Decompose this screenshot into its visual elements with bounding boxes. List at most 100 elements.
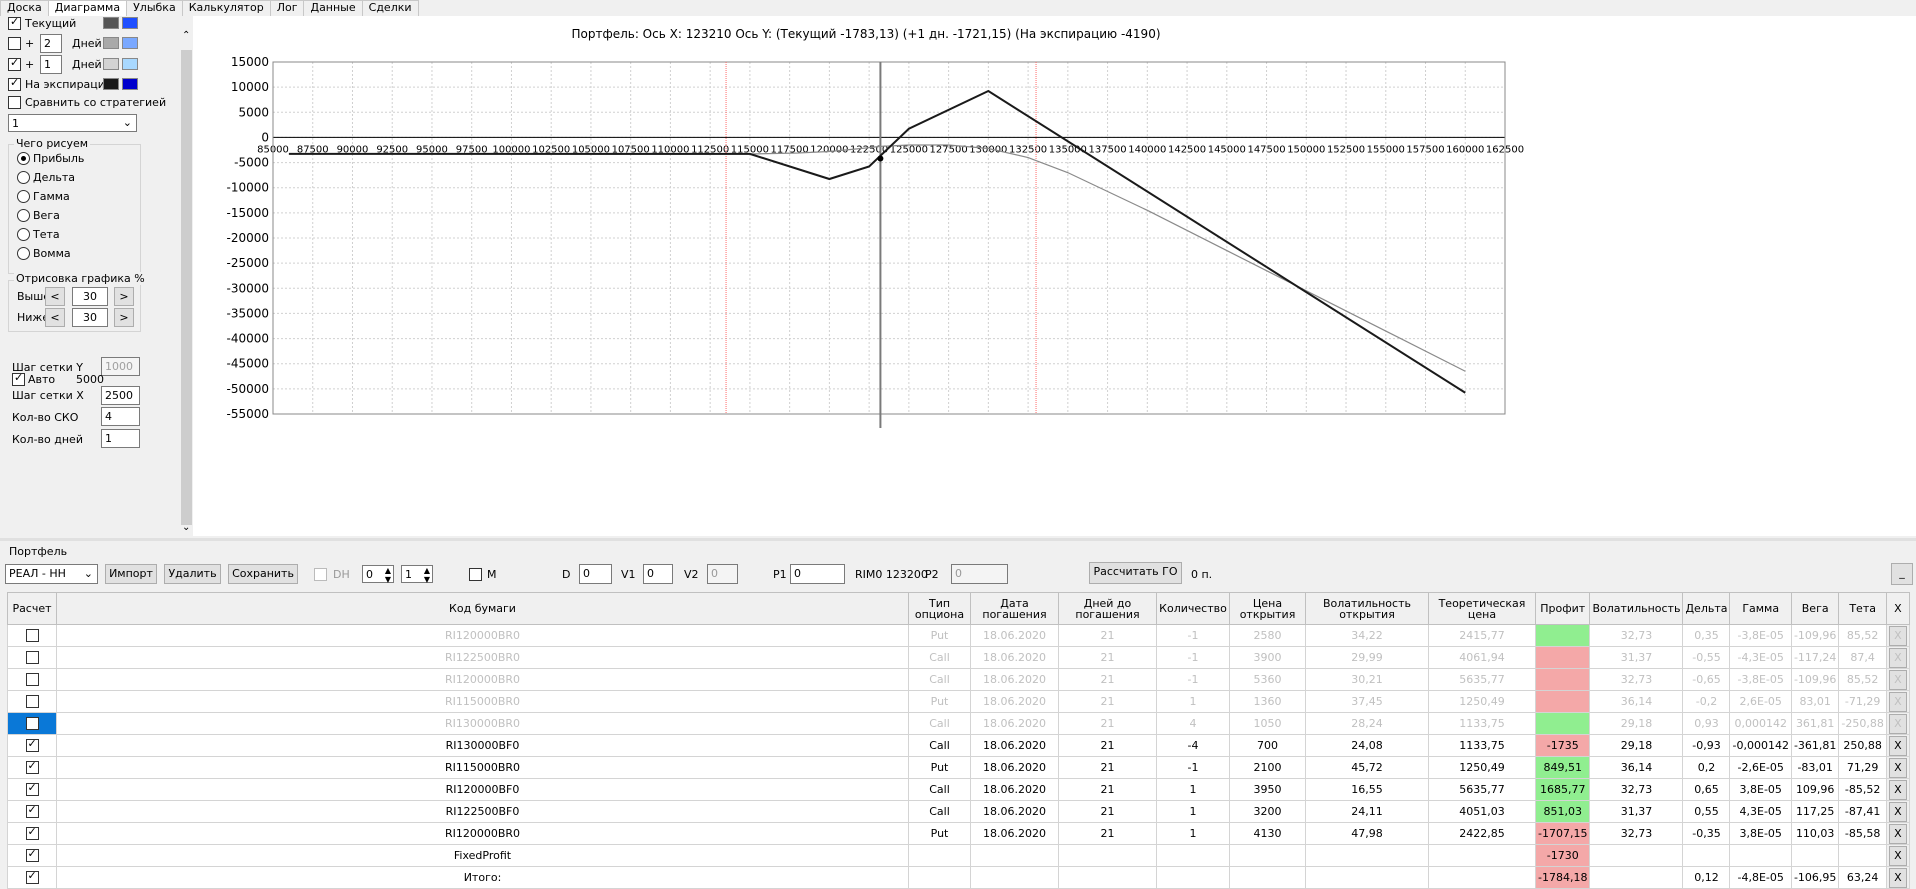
- radio-3[interactable]: [17, 209, 30, 222]
- days2-checkbox[interactable]: [8, 56, 21, 71]
- remove-row-button[interactable]: X: [1888, 713, 1907, 734]
- table-row[interactable]: RI120000BR0 Call 18.06.2020 21 -1 5360 30,21 56…: [7, 668, 1910, 691]
- column-header-7[interactable]: Волатильность открытия: [1305, 592, 1429, 625]
- calc-checkbox[interactable]: [25, 825, 39, 841]
- column-header-6[interactable]: Цена открытия: [1229, 592, 1306, 625]
- calc-checkbox[interactable]: [25, 869, 39, 885]
- v1-input[interactable]: 0: [643, 564, 673, 584]
- v2-input[interactable]: 0: [707, 564, 738, 584]
- expiry-color-black[interactable]: [103, 78, 119, 90]
- table-row[interactable]: Итого: -1784,18 0,12-4,8E-05-106,9563,24X: [7, 866, 1910, 889]
- strategy-select[interactable]: 1 ⌄: [8, 114, 137, 132]
- calculate-go-button[interactable]: Рассчитать ГО: [1089, 562, 1182, 584]
- below-decrease-button[interactable]: <: [45, 308, 65, 327]
- spin-arrows-icon[interactable]: ▲ ▼: [385, 566, 391, 584]
- days1-input[interactable]: 2: [40, 34, 62, 53]
- remove-row-button[interactable]: X: [1888, 647, 1907, 668]
- compare-checkbox[interactable]: [8, 96, 21, 109]
- table-row[interactable]: RI120000BF0Call18.06.2020211395016,55563…: [7, 778, 1910, 801]
- remove-row-button[interactable]: X: [1888, 625, 1907, 646]
- tab-2[interactable]: Улыбка: [126, 0, 183, 16]
- calc-cell[interactable]: [7, 866, 57, 889]
- table-row[interactable]: RI130000BF0Call18.06.202021-470024,08113…: [7, 734, 1910, 757]
- account-select[interactable]: РЕАЛ - НН ⌄: [5, 564, 98, 584]
- calc-checkbox[interactable]: [25, 847, 39, 863]
- expiry-checkbox[interactable]: [8, 76, 21, 91]
- remove-row-button[interactable]: X: [1888, 867, 1907, 888]
- remove-row-button[interactable]: X: [1888, 823, 1907, 844]
- expiry-color-blue[interactable]: [122, 78, 138, 90]
- tab-3[interactable]: Калькулятор: [181, 0, 271, 16]
- calc-cell[interactable]: [7, 624, 57, 647]
- calc-cell[interactable]: [7, 800, 57, 823]
- remove-row-button[interactable]: X: [1888, 735, 1907, 756]
- dh-checkbox[interactable]: [314, 568, 327, 581]
- calc-cell[interactable]: [7, 646, 57, 669]
- remove-row-button[interactable]: X: [1888, 757, 1907, 778]
- auto-checkbox[interactable]: [12, 371, 25, 386]
- radio-1[interactable]: [17, 171, 30, 184]
- days1-color-gray[interactable]: [103, 37, 119, 49]
- radio-0[interactable]: [17, 152, 30, 165]
- delete-button[interactable]: Удалить: [164, 564, 221, 584]
- remove-row-button[interactable]: X: [1888, 845, 1907, 866]
- column-header-1[interactable]: Код бумаги: [56, 592, 909, 625]
- table-row[interactable]: RI115000BR0Put18.06.202021-1210045,72125…: [7, 756, 1910, 779]
- column-header-12[interactable]: Гамма: [1729, 592, 1792, 625]
- dh-spin-1[interactable]: 0 ▲ ▼: [362, 565, 394, 584]
- table-row[interactable]: RI115000BR0 Put 18.06.2020 21 1 1360 37,45 1250…: [7, 690, 1910, 713]
- grid-x-input[interactable]: 2500: [101, 386, 140, 405]
- above-increase-button[interactable]: >: [114, 287, 134, 306]
- column-header-3[interactable]: Дата погашения: [970, 592, 1059, 625]
- calc-cell[interactable]: [7, 756, 57, 779]
- tab-6[interactable]: Сделки: [361, 0, 419, 16]
- tab-5[interactable]: Данные: [303, 0, 363, 16]
- above-input[interactable]: 30: [72, 287, 108, 306]
- calc-checkbox[interactable]: [25, 673, 39, 687]
- calc-checkbox[interactable]: [25, 781, 39, 797]
- remove-row-button[interactable]: X: [1888, 779, 1907, 800]
- calc-checkbox[interactable]: [25, 759, 39, 775]
- sko-input[interactable]: 4: [101, 407, 140, 426]
- calc-checkbox[interactable]: [25, 629, 39, 643]
- radio-2[interactable]: [17, 190, 30, 203]
- m-checkbox[interactable]: [469, 568, 482, 581]
- above-decrease-button[interactable]: <: [45, 287, 65, 306]
- current-color-blue[interactable]: [122, 17, 138, 29]
- days1-checkbox[interactable]: [8, 37, 21, 50]
- calc-checkbox[interactable]: [25, 695, 39, 709]
- tab-1[interactable]: Диаграмма: [47, 0, 128, 17]
- scrollbar-thumb[interactable]: [181, 50, 192, 525]
- column-header-13[interactable]: Вега: [1790, 592, 1840, 625]
- column-header-15[interactable]: X: [1885, 592, 1910, 625]
- table-row[interactable]: RI122500BF0Call18.06.2020211320024,11405…: [7, 800, 1910, 823]
- column-header-0[interactable]: Расчет: [7, 592, 57, 625]
- table-row[interactable]: RI122500BR0 Call 18.06.2020 21 -1 3900 29,99 40…: [7, 646, 1910, 669]
- radio-5[interactable]: [17, 247, 30, 260]
- column-header-14[interactable]: Тета: [1838, 592, 1887, 625]
- table-row[interactable]: RI120000BR0 Put 18.06.2020 21 -1 2580 34,22 241…: [7, 624, 1910, 647]
- calc-checkbox[interactable]: [25, 717, 39, 731]
- days1-color-blue[interactable]: [122, 37, 138, 49]
- calc-cell[interactable]: [7, 778, 57, 801]
- settings-scrollbar[interactable]: ⌃ ⌄: [180, 30, 193, 537]
- column-header-8[interactable]: Теоретическая цена: [1428, 592, 1536, 625]
- calc-cell[interactable]: [7, 712, 57, 735]
- calc-cell[interactable]: [7, 690, 57, 713]
- tab-4[interactable]: Лог: [269, 0, 305, 16]
- table-row[interactable]: RI130000BR0 Call 18.06.2020 21 4 1050 28,24 113…: [7, 712, 1910, 735]
- dh-spin-2[interactable]: 1 ▲ ▼: [401, 565, 433, 584]
- payoff-chart[interactable]: Портфель: Ось X: 123210 Ось Y: (Текущий …: [193, 16, 1916, 536]
- calc-checkbox[interactable]: [25, 737, 39, 753]
- save-button[interactable]: Сохранить: [228, 564, 298, 584]
- splitter[interactable]: [0, 538, 1916, 541]
- column-header-10[interactable]: Волатильность: [1589, 592, 1684, 625]
- days2-input[interactable]: 1: [40, 55, 62, 74]
- column-header-4[interactable]: Дней до погашения: [1058, 592, 1157, 625]
- d-input[interactable]: 0: [579, 564, 612, 584]
- calc-cell[interactable]: [7, 822, 57, 845]
- days-count-input[interactable]: 1: [101, 429, 140, 448]
- table-row[interactable]: FixedProfit -1730 X: [7, 844, 1910, 867]
- column-header-2[interactable]: Тип опциона: [908, 592, 971, 625]
- p1-input[interactable]: 0: [790, 564, 845, 584]
